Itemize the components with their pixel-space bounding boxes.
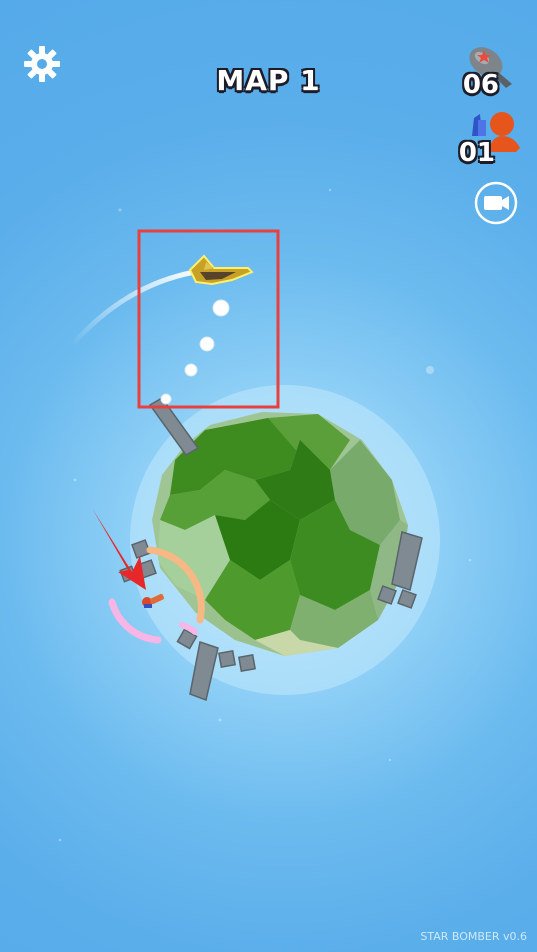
highlight-box [137,229,280,409]
falling-bombs [160,299,230,405]
video-camera-icon [484,196,509,210]
game-scene [58,188,472,842]
camera-button[interactable] [473,180,519,226]
plane-trail [69,269,198,348]
enemy-count: 01 [458,138,495,168]
bomb-count: 06 [462,70,499,100]
version-label: STAR BOMBER v0.6 [420,930,527,943]
bomber-plane [188,254,254,286]
map-title: MAP 1 [216,64,321,97]
